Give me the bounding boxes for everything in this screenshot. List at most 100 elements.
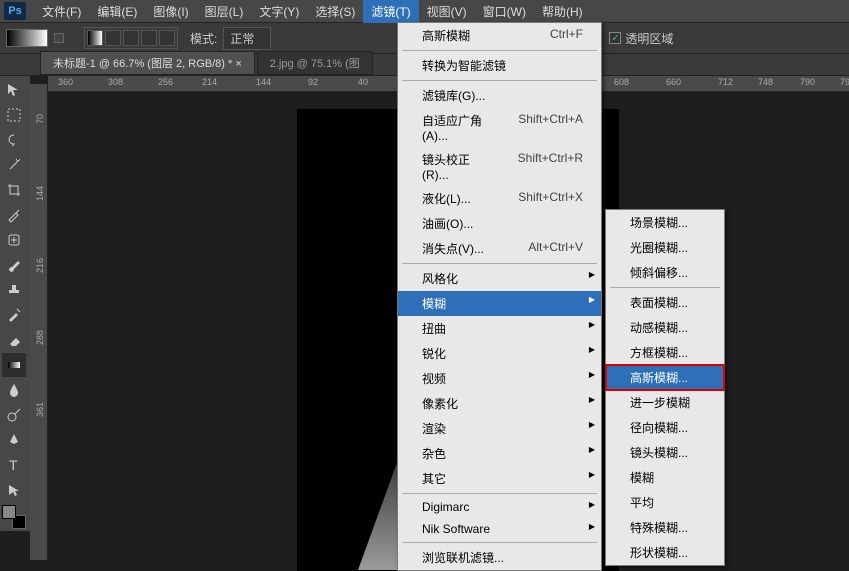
menu-item-label: 径向模糊... bbox=[630, 419, 688, 436]
blur-item-0[interactable]: 场景模糊... bbox=[606, 210, 724, 235]
menu-shortcut: Shift+Ctrl+A bbox=[518, 112, 583, 143]
eyedropper-tool[interactable] bbox=[2, 203, 26, 227]
doc-tab-0[interactable]: 未标题-1 @ 66.7% (图层 2, RGB/8) * × bbox=[40, 51, 255, 75]
foreground-color[interactable] bbox=[2, 505, 16, 519]
menu-item-label: Nik Software bbox=[422, 522, 490, 536]
filter-sep bbox=[402, 263, 597, 264]
menu-item-label: 动感模糊... bbox=[630, 319, 688, 336]
menu-5[interactable]: 选择(S) bbox=[307, 0, 363, 23]
filter-item-18[interactable]: 杂色 bbox=[398, 441, 601, 466]
menu-item-label: 平均 bbox=[630, 494, 654, 511]
marquee-tool[interactable] bbox=[2, 103, 26, 127]
path-select-tool[interactable] bbox=[2, 478, 26, 502]
grad-reflected-icon[interactable] bbox=[141, 30, 157, 46]
lasso-tool[interactable] bbox=[2, 128, 26, 152]
wand-tool[interactable] bbox=[2, 153, 26, 177]
filter-item-19[interactable]: 其它 bbox=[398, 466, 601, 491]
filter-item-15[interactable]: 视频 bbox=[398, 366, 601, 391]
menu-3[interactable]: 图层(L) bbox=[197, 0, 252, 23]
blur-item-8[interactable]: 进一步模糊 bbox=[606, 390, 724, 415]
grad-radial-icon[interactable] bbox=[105, 30, 121, 46]
filter-item-6[interactable]: 镜头校正(R)...Shift+Ctrl+R bbox=[398, 147, 601, 186]
blend-mode-select[interactable]: 正常 bbox=[223, 27, 271, 50]
menu-4[interactable]: 文字(Y) bbox=[251, 0, 307, 23]
filter-item-11[interactable]: 风格化 bbox=[398, 266, 601, 291]
blur-tool[interactable] bbox=[2, 378, 26, 402]
menu-item-label: 镜头模糊... bbox=[630, 444, 688, 461]
brush-tool[interactable] bbox=[2, 253, 26, 277]
filter-item-16[interactable]: 像素化 bbox=[398, 391, 601, 416]
menu-item-label: 自适应广角(A)... bbox=[422, 112, 488, 143]
filter-item-5[interactable]: 自适应广角(A)... Shift+Ctrl+A bbox=[398, 108, 601, 147]
filter-item-17[interactable]: 渲染 bbox=[398, 416, 601, 441]
menu-0[interactable]: 文件(F) bbox=[34, 0, 89, 23]
menu-2[interactable]: 图像(I) bbox=[145, 0, 196, 23]
svg-text:T: T bbox=[9, 457, 18, 473]
menu-item-label: 倾斜偏移... bbox=[630, 264, 688, 281]
menu-item-label: 其它 bbox=[422, 470, 446, 487]
filter-item-2[interactable]: 转换为智能滤镜 bbox=[398, 53, 601, 78]
blur-item-1[interactable]: 光圈模糊... bbox=[606, 235, 724, 260]
heal-tool[interactable] bbox=[2, 228, 26, 252]
blur-item-5[interactable]: 动感模糊... bbox=[606, 315, 724, 340]
blur-item-6[interactable]: 方框模糊... bbox=[606, 340, 724, 365]
dodge-tool[interactable] bbox=[2, 403, 26, 427]
filter-item-14[interactable]: 锐化 bbox=[398, 341, 601, 366]
filter-item-12[interactable]: 模糊 bbox=[398, 291, 601, 316]
filter-item-22[interactable]: Nik Software bbox=[398, 518, 601, 540]
filter-item-21[interactable]: Digimarc bbox=[398, 496, 601, 518]
pen-tool[interactable] bbox=[2, 428, 26, 452]
filter-item-24[interactable]: 浏览联机滤镜... bbox=[398, 545, 601, 570]
filter-item-9[interactable]: 消失点(V)...Alt+Ctrl+V bbox=[398, 236, 601, 261]
stamp-tool[interactable] bbox=[2, 278, 26, 302]
menu-9[interactable]: 帮助(H) bbox=[534, 0, 591, 23]
blur-item-4[interactable]: 表面模糊... bbox=[606, 290, 724, 315]
blur-item-14[interactable]: 形状模糊... bbox=[606, 540, 724, 565]
gradient-tool[interactable] bbox=[2, 353, 26, 377]
crop-tool[interactable] bbox=[2, 178, 26, 202]
blur-item-13[interactable]: 特殊模糊... bbox=[606, 515, 724, 540]
blur-item-11[interactable]: 模糊 bbox=[606, 465, 724, 490]
blur-item-12[interactable]: 平均 bbox=[606, 490, 724, 515]
trans-check[interactable]: ✓透明区域 bbox=[609, 30, 673, 47]
history-brush-tool[interactable] bbox=[2, 303, 26, 327]
menu-item-label: 场景模糊... bbox=[630, 214, 688, 231]
filter-item-13[interactable]: 扭曲 bbox=[398, 316, 601, 341]
gradient-style-group bbox=[84, 27, 178, 49]
blur-item-2[interactable]: 倾斜偏移... bbox=[606, 260, 724, 285]
grad-diamond-icon[interactable] bbox=[159, 30, 175, 46]
menu-shortcut: Ctrl+F bbox=[550, 27, 583, 44]
menu-item-label: 高斯模糊 bbox=[422, 27, 470, 44]
move-tool[interactable] bbox=[2, 78, 26, 102]
gradient-picker-caret[interactable] bbox=[54, 33, 64, 43]
filter-item-0[interactable]: 高斯模糊 Ctrl+F bbox=[398, 23, 601, 48]
filter-item-7[interactable]: 液化(L)...Shift+Ctrl+X bbox=[398, 186, 601, 211]
eraser-tool[interactable] bbox=[2, 328, 26, 352]
menu-7[interactable]: 视图(V) bbox=[419, 0, 475, 23]
menu-item-label: 风格化 bbox=[422, 270, 458, 287]
filter-item-4[interactable]: 滤镜库(G)... bbox=[398, 83, 601, 108]
menu-item-label: Digimarc bbox=[422, 500, 469, 514]
blur-item-7[interactable]: 高斯模糊... bbox=[606, 365, 724, 390]
menu-1[interactable]: 编辑(E) bbox=[89, 0, 145, 23]
doc-tab-1[interactable]: 2.jpg @ 75.1% (图 bbox=[257, 51, 373, 75]
type-tool[interactable]: T bbox=[2, 453, 26, 477]
menubar: Ps 文件(F)编辑(E)图像(I)图层(L)文字(Y)选择(S)滤镜(T)视图… bbox=[0, 0, 849, 22]
grad-angle-icon[interactable] bbox=[123, 30, 139, 46]
color-swatches[interactable] bbox=[2, 505, 26, 529]
blur-item-10[interactable]: 镜头模糊... bbox=[606, 440, 724, 465]
menu-8[interactable]: 窗口(W) bbox=[475, 0, 534, 23]
menu-item-label: 油画(O)... bbox=[422, 215, 473, 232]
menu-item-label: 光圈模糊... bbox=[630, 239, 688, 256]
gradient-preview[interactable] bbox=[6, 29, 48, 47]
blur-item-9[interactable]: 径向模糊... bbox=[606, 415, 724, 440]
menu-item-label: 液化(L)... bbox=[422, 190, 471, 207]
blur-sep bbox=[610, 287, 720, 288]
grad-linear-icon[interactable] bbox=[87, 30, 103, 46]
menu-item-label: 镜头校正(R)... bbox=[422, 151, 488, 182]
filter-item-8[interactable]: 油画(O)... bbox=[398, 211, 601, 236]
menu-item-label: 模糊 bbox=[630, 469, 654, 486]
menu-item-label: 消失点(V)... bbox=[422, 240, 484, 257]
menu-6[interactable]: 滤镜(T) bbox=[363, 0, 418, 23]
filter-sep bbox=[402, 542, 597, 543]
